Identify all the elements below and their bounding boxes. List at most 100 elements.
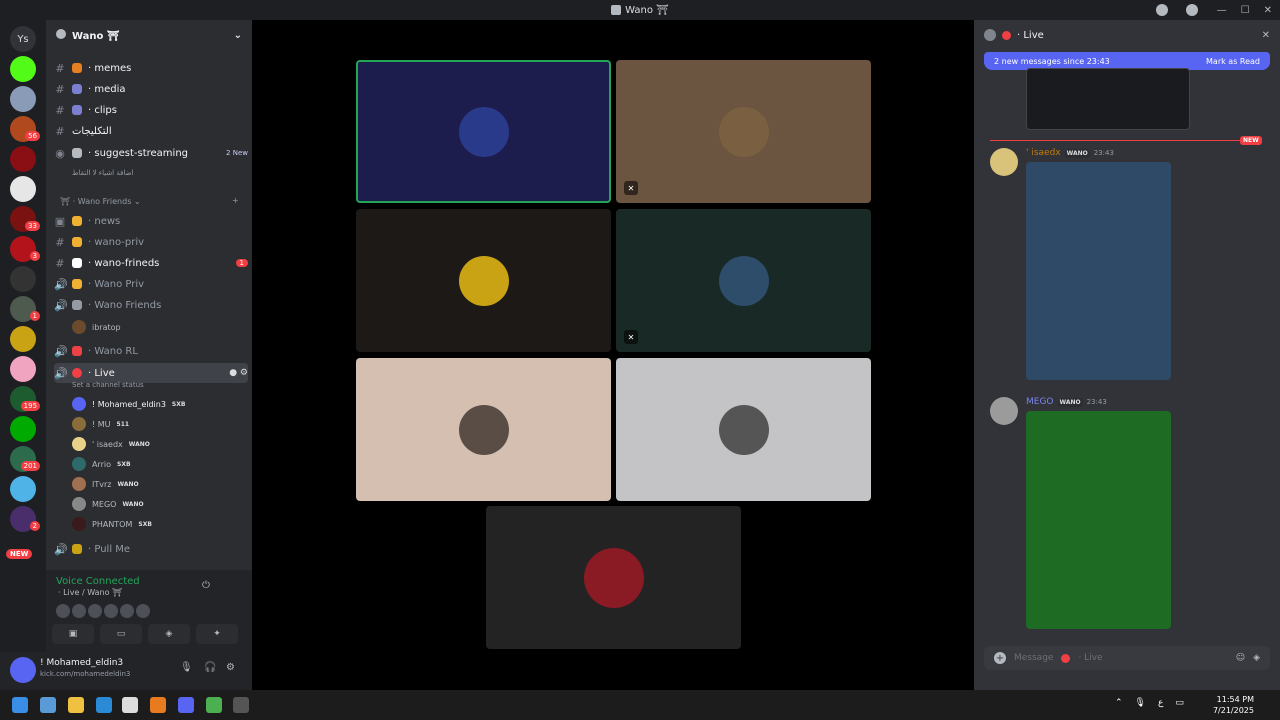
activity-button[interactable]: ◈: [148, 624, 190, 644]
participant-tile[interactable]: [356, 60, 611, 203]
close-window-button[interactable]: ✕: [1264, 5, 1272, 16]
voice-channel-wano-rl[interactable]: 🔊 · Wano RL: [54, 341, 248, 361]
image-attachment[interactable]: [1026, 68, 1190, 130]
channel-arabic[interactable]: # التكليجات: [54, 121, 248, 141]
discord-icon[interactable]: [178, 697, 194, 713]
language-indicator[interactable]: ع: [1158, 698, 1163, 708]
app-icon[interactable]: [150, 697, 166, 713]
gamepad-icon[interactable]: ◈: [1253, 653, 1260, 663]
maximize-button[interactable]: ☐: [1241, 5, 1250, 16]
voice-status[interactable]: Voice Connected: [56, 576, 140, 587]
thread-item[interactable]: اضافة اشياء لا التقاط: [72, 169, 133, 177]
inbox-icon[interactable]: [1156, 4, 1168, 16]
voice-connection-panel: Voice Connected · Live / Wano ⛩ ⏻ ▣ ▭ ◈ …: [46, 570, 252, 652]
server-icon[interactable]: [10, 146, 36, 172]
username[interactable]: ! Mohamed_eldin3: [40, 658, 123, 668]
channel-status[interactable]: Set a channel status: [72, 381, 144, 389]
disconnect-icon[interactable]: ⏻: [202, 580, 210, 591]
voice-channel-wano-priv[interactable]: 🔊 · Wano Priv: [54, 274, 248, 294]
message-author[interactable]: ' isaedx WANO 23:43: [1026, 148, 1114, 158]
chevron-up-icon[interactable]: ⌃: [1115, 698, 1123, 708]
voice-user[interactable]: ! MU 511: [72, 414, 248, 434]
gear-icon[interactable]: ⚙: [226, 662, 235, 673]
server-icon[interactable]: [10, 416, 36, 442]
voice-channel-pull-me[interactable]: 🔊 · Pull Me: [54, 539, 248, 559]
new-tag: NEW: [1240, 136, 1262, 145]
voice-user[interactable]: MEGO WANO: [72, 494, 248, 514]
category-wano-friends[interactable]: ⛩ · Wano Friends ⌄: [60, 197, 141, 206]
avatar: [718, 404, 769, 455]
soundboard-button[interactable]: ✦: [196, 624, 238, 644]
guild-header[interactable]: Wano ⛩ ⌄: [46, 20, 252, 50]
chrome-icon[interactable]: [206, 697, 222, 713]
voice-channel-live[interactable]: 🔊 · Live ● ⚙: [54, 363, 248, 383]
voice-location[interactable]: · Live / Wano ⛩: [58, 588, 122, 597]
app-icon[interactable]: [233, 697, 249, 713]
avatar[interactable]: [10, 657, 36, 683]
microphone-icon[interactable]: 🎙: [1135, 698, 1146, 708]
add-channel-icon[interactable]: +: [232, 196, 239, 205]
new-servers-pill[interactable]: NEW: [6, 549, 33, 559]
message-author[interactable]: MEGO WANO 23:43: [1026, 397, 1107, 407]
close-icon[interactable]: ✕: [1262, 30, 1270, 41]
app-icon[interactable]: [40, 697, 56, 713]
server-icon[interactable]: [10, 266, 36, 292]
emoji-icon[interactable]: ☺: [1236, 653, 1245, 663]
store-icon[interactable]: [122, 697, 138, 713]
speaker-icon: 🔊: [54, 542, 68, 556]
voice-user[interactable]: ' isaedx WANO: [72, 434, 248, 454]
home-button[interactable]: Ys: [10, 26, 36, 52]
file-explorer-icon[interactable]: [68, 697, 84, 713]
custom-status: kick.com/mohamedeldin3: [40, 670, 131, 678]
avatar: [583, 547, 644, 608]
edge-icon[interactable]: [96, 697, 112, 713]
channel-media[interactable]: # · media: [54, 79, 248, 99]
clock[interactable]: 11:54 PM 7/21/2025: [1213, 694, 1254, 716]
server-icon-wano[interactable]: [10, 176, 36, 202]
camera-button[interactable]: ▣: [52, 624, 94, 644]
avatar[interactable]: [990, 397, 1018, 425]
avatar[interactable]: [990, 148, 1018, 176]
microphone-icon[interactable]: 🎙: [180, 662, 193, 673]
participant-tile[interactable]: [356, 358, 611, 501]
channel-suggest-streaming[interactable]: ◉ · suggest-streaming 2 New: [54, 143, 248, 163]
server-icon-kick[interactable]: [10, 56, 36, 82]
message-input[interactable]: + Message · Live ☺ ◈: [984, 646, 1270, 670]
headphones-icon[interactable]: 🎧: [204, 662, 216, 673]
participant-tile[interactable]: ✕: [616, 60, 871, 203]
muted-icon: ✕: [624, 181, 638, 195]
speaker-icon: 🔊: [54, 344, 68, 358]
server-icon[interactable]: [10, 326, 36, 352]
screenshare-button[interactable]: ▭: [100, 624, 142, 644]
avatar: [458, 106, 509, 157]
network-icon[interactable]: ▭: [1175, 698, 1184, 708]
voice-channel-wano-friends[interactable]: 🔊 · Wano Friends: [54, 295, 248, 315]
help-icon[interactable]: [1186, 4, 1198, 16]
image-attachment[interactable]: [1026, 162, 1171, 380]
participant-tile[interactable]: ✕: [616, 209, 871, 352]
plus-icon[interactable]: +: [994, 652, 1006, 664]
server-icon[interactable]: [10, 356, 36, 382]
voice-user[interactable]: Arrio SXB: [72, 454, 248, 474]
unread-badge: 2: [29, 521, 40, 531]
start-icon[interactable]: [12, 697, 28, 713]
participant-tile[interactable]: [486, 506, 741, 649]
channel-wano-priv[interactable]: # · wano-priv: [54, 232, 248, 252]
voice-user[interactable]: ibratop: [72, 317, 248, 337]
channel-memes[interactable]: # · memes: [54, 58, 248, 78]
channel-clips[interactable]: # · clips: [54, 100, 248, 120]
unread-badge: 33: [25, 221, 40, 231]
minimize-button[interactable]: —: [1217, 5, 1227, 16]
voice-user[interactable]: ITvrz WANO: [72, 474, 248, 494]
participant-tile[interactable]: [616, 358, 871, 501]
image-attachment[interactable]: [1026, 411, 1171, 629]
participant-tile[interactable]: [356, 209, 611, 352]
mark-as-read-button[interactable]: Mark as Read: [1206, 57, 1260, 66]
channel-news[interactable]: ▣ · news: [54, 211, 248, 231]
chat-bubble-icon: [984, 29, 996, 41]
channel-wano-frineds[interactable]: # · wano-frineds 1: [54, 253, 248, 273]
voice-user[interactable]: PHANTOM SXB: [72, 514, 248, 534]
server-icon[interactable]: [10, 86, 36, 112]
server-icon[interactable]: [10, 476, 36, 502]
voice-user[interactable]: ! Mohamed_eldin3 SXB: [72, 394, 248, 414]
